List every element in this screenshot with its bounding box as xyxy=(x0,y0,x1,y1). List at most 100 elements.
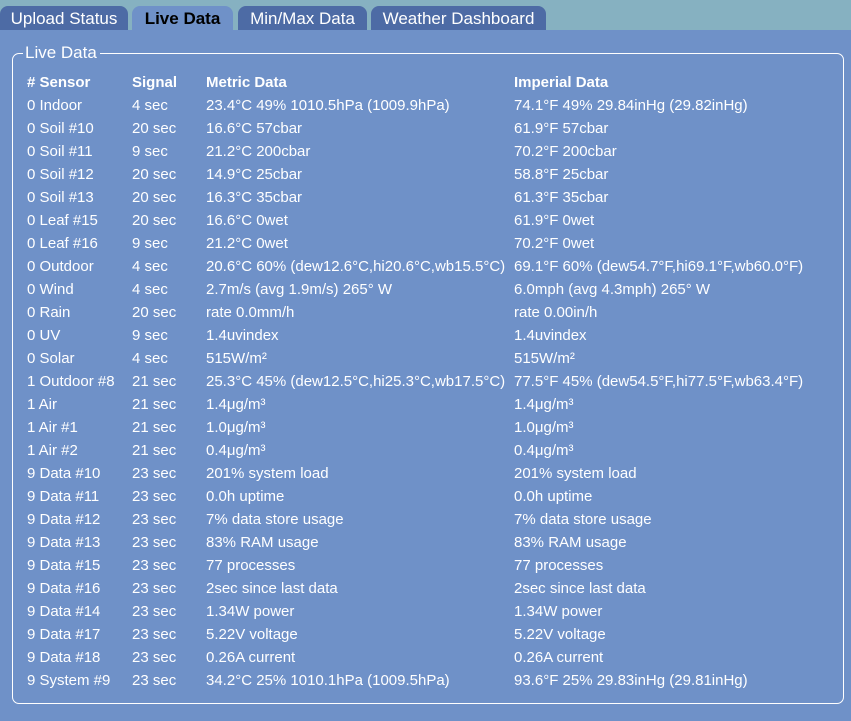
cell-metric-data: 0.4μg/m³ xyxy=(206,442,266,459)
cell-signal: 23 sec xyxy=(132,649,177,666)
table-row: 0 Soil #11 9 sec 21.2°C 200cbar 70.2°F 200c… xyxy=(27,140,834,163)
cell-signal: 20 sec xyxy=(132,304,177,321)
table-row: 1 Air 21 sec 1.4μg/m³ 1.4μg/m³ xyxy=(27,393,834,416)
cell-signal: 9 sec xyxy=(132,143,168,160)
table-row: 0 Solar 4 sec 515W/m² 515W/m² xyxy=(27,347,834,370)
tab-min-max-data[interactable]: Min/Max Data xyxy=(238,6,367,30)
cell-signal: 23 sec xyxy=(132,557,177,574)
cell-signal: 23 sec xyxy=(132,580,177,597)
cell-signal: 4 sec xyxy=(132,350,168,367)
cell-imperial-data: 6.0mph (avg 4.3mph) 265° W xyxy=(514,281,711,298)
cell-imperial-data: 61.9°F 0wet xyxy=(514,212,595,229)
cell-signal: 23 sec xyxy=(132,534,177,551)
table-row: 9 Data #11 23 sec 0.0h uptime 0.0h uptime xyxy=(27,485,834,508)
cell-signal: 21 sec xyxy=(132,373,177,390)
tab-upload-status[interactable]: Upload Status xyxy=(0,6,128,30)
cell-metric-data: rate 0.0mm/h xyxy=(206,304,295,321)
cell-signal: 23 sec xyxy=(132,465,177,482)
table-row: 9 System #9 23 sec 34.2°C 25% 1010.1hPa (1… xyxy=(27,669,834,692)
cell-sensor: 0 Soil #13 xyxy=(27,189,94,206)
table-row: 0 Outdoor 4 sec 20.6°C 60% (dew12.6°C,hi20… xyxy=(27,255,834,278)
cell-metric-data: 0.26A current xyxy=(206,649,296,666)
cell-sensor: 9 Data #14 xyxy=(27,603,101,620)
cell-metric-data: 83% RAM usage xyxy=(206,534,319,551)
cell-imperial-data: 61.9°F 57cbar xyxy=(514,120,609,137)
cell-signal: 20 sec xyxy=(132,166,177,183)
cell-sensor: 0 Outdoor xyxy=(27,258,94,275)
cell-imperial-data: 1.4μg/m³ xyxy=(514,396,574,413)
cell-metric-data: 1.34W power xyxy=(206,603,295,620)
cell-sensor: 0 Soil #11 xyxy=(27,143,93,160)
cell-signal: 4 sec xyxy=(132,281,168,298)
table-row: 0 Soil #10 20 sec 16.6°C 57cbar 61.9°F 57cb… xyxy=(27,117,834,140)
cell-metric-data: 34.2°C 25% 1010.1hPa (1009.5hPa) xyxy=(206,672,450,689)
cell-imperial-data: 83% RAM usage xyxy=(514,534,627,551)
cell-imperial-data: 69.1°F 60% (dew54.7°F,hi69.1°F,wb60.0°F) xyxy=(514,258,804,275)
cell-imperial-data: 70.2°F 200cbar xyxy=(514,143,617,160)
cell-imperial-data: 70.2°F 0wet xyxy=(514,235,595,252)
cell-sensor: 1 Air #1 xyxy=(27,419,78,436)
cell-metric-data: 2.7m/s (avg 1.9m/s) 265° W xyxy=(206,281,393,298)
cell-signal: 9 sec xyxy=(132,235,168,252)
cell-sensor: 0 Indoor xyxy=(27,97,83,114)
table-row: 1 Air #2 21 sec 0.4μg/m³ 0.4μg/m³ xyxy=(27,439,834,462)
header-imperial-data: Imperial Data xyxy=(514,74,609,91)
table-row: 9 Data #15 23 sec 77 processes 77 processes xyxy=(27,554,834,577)
cell-sensor: 0 Leaf #16 xyxy=(27,235,98,252)
table-row: 9 Data #12 23 sec 7% data store usage 7% da… xyxy=(27,508,834,531)
cell-metric-data: 23.4°C 49% 1010.5hPa (1009.9hPa) xyxy=(206,97,450,114)
cell-metric-data: 21.2°C 0wet xyxy=(206,235,288,252)
cell-imperial-data: 58.8°F 25cbar xyxy=(514,166,609,183)
tab-weather-dashboard[interactable]: Weather Dashboard xyxy=(371,6,546,30)
cell-sensor: 0 UV xyxy=(27,327,61,344)
cell-sensor: 9 Data #17 xyxy=(27,626,101,643)
table-row: 0 Soil #12 20 sec 14.9°C 25cbar 58.8°F 25cb… xyxy=(27,163,834,186)
cell-sensor: 0 Soil #10 xyxy=(27,120,94,137)
cell-sensor: 9 System #9 xyxy=(27,672,111,689)
panel-legend: Live Data xyxy=(23,43,100,63)
table-row: 0 Rain 20 sec rate 0.0mm/h rate 0.00in/h xyxy=(27,301,834,324)
cell-metric-data: 21.2°C 200cbar xyxy=(206,143,311,160)
cell-signal: 9 sec xyxy=(132,327,168,344)
cell-sensor: 9 Data #13 xyxy=(27,534,101,551)
cell-metric-data: 14.9°C 25cbar xyxy=(206,166,303,183)
cell-metric-data: 2sec since last data xyxy=(206,580,338,597)
cell-metric-data: 5.22V voltage xyxy=(206,626,298,643)
cell-sensor: 0 Solar xyxy=(27,350,75,367)
cell-sensor: 0 Soil #12 xyxy=(27,166,94,183)
cell-imperial-data: 77.5°F 45% (dew54.5°F,hi77.5°F,wb63.4°F) xyxy=(514,373,804,390)
cell-imperial-data: 7% data store usage xyxy=(514,511,652,528)
cell-sensor: 1 Air xyxy=(27,396,58,413)
cell-imperial-data: 1.0μg/m³ xyxy=(514,419,574,436)
cell-metric-data: 1.4uvindex xyxy=(206,327,279,344)
cell-imperial-data: 61.3°F 35cbar xyxy=(514,189,609,206)
tab-bar: Upload Status Live Data Min/Max Data Wea… xyxy=(0,0,851,32)
table-row: 0 Wind 4 sec 2.7m/s (avg 1.9m/s) 265° W 6.0… xyxy=(27,278,834,301)
cell-sensor: 1 Air #2 xyxy=(27,442,78,459)
cell-signal: 23 sec xyxy=(132,488,177,505)
cell-metric-data: 1.0μg/m³ xyxy=(206,419,266,436)
cell-sensor: 9 Data #15 xyxy=(27,557,101,574)
cell-signal: 20 sec xyxy=(132,120,177,137)
header-signal: Signal xyxy=(132,74,178,91)
cell-metric-data: 20.6°C 60% (dew12.6°C,hi20.6°C,wb15.5°C) xyxy=(206,258,506,275)
cell-signal: 4 sec xyxy=(132,258,168,275)
cell-signal: 20 sec xyxy=(132,189,177,206)
cell-metric-data: 25.3°C 45% (dew12.5°C,hi25.3°C,wb17.5°C) xyxy=(206,373,506,390)
table-row: 0 UV 9 sec 1.4uvindex 1.4uvindex xyxy=(27,324,834,347)
cell-signal: 23 sec xyxy=(132,672,177,689)
header-sensor: # Sensor xyxy=(27,74,91,91)
cell-imperial-data: rate 0.00in/h xyxy=(514,304,598,321)
cell-imperial-data: 0.26A current xyxy=(514,649,604,666)
cell-metric-data: 1.4μg/m³ xyxy=(206,396,266,413)
tab-live-data[interactable]: Live Data xyxy=(132,6,233,32)
cell-signal: 23 sec xyxy=(132,511,177,528)
table-row: 9 Data #14 23 sec 1.34W power 1.34W power xyxy=(27,600,834,623)
table-row: 1 Air #1 21 sec 1.0μg/m³ 1.0μg/m³ xyxy=(27,416,834,439)
cell-imperial-data: 1.4uvindex xyxy=(514,327,587,344)
table-row: 0 Leaf #15 20 sec 16.6°C 0wet 61.9°F 0wet xyxy=(27,209,834,232)
cell-sensor: 9 Data #16 xyxy=(27,580,101,597)
cell-metric-data: 7% data store usage xyxy=(206,511,344,528)
app-window: Upload Status Live Data Min/Max Data Wea… xyxy=(0,0,851,721)
cell-sensor: 9 Data #18 xyxy=(27,649,101,666)
